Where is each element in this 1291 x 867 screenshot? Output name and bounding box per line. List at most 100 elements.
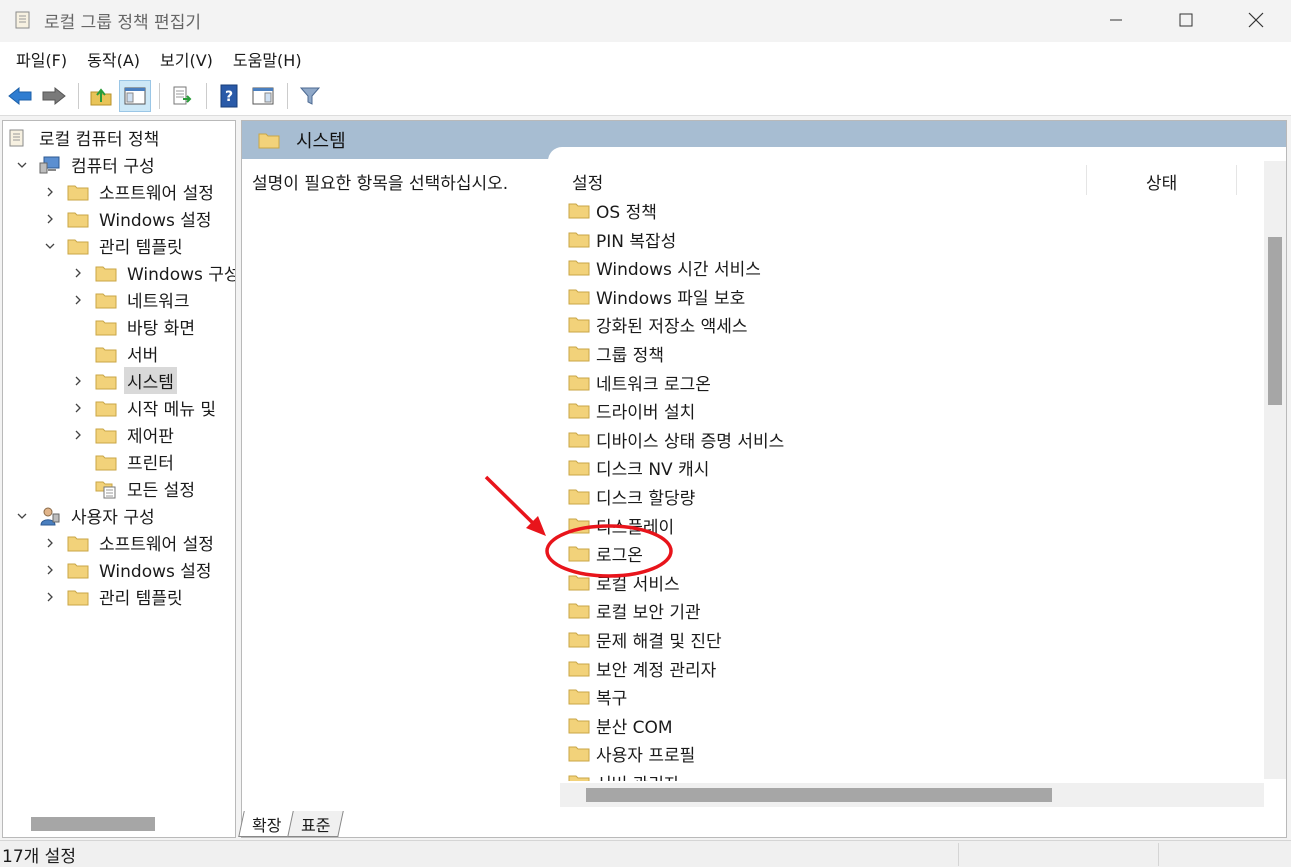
up-one-level-button[interactable] [85, 80, 117, 112]
close-button[interactable] [1221, 0, 1291, 40]
chevron-right-icon[interactable] [71, 401, 85, 415]
tree-item-system[interactable]: 시스템 [71, 367, 177, 394]
chevron-right-icon[interactable] [43, 563, 57, 577]
column-divider[interactable] [1086, 165, 1087, 195]
folder-icon [568, 201, 590, 219]
tree-item-windows-components[interactable]: Windows 구성 [71, 259, 235, 286]
list-item[interactable]: 로컬 보안 기관 [568, 597, 701, 623]
tree-item-all-settings[interactable]: 모든 설정 [71, 475, 195, 502]
tree-item-network[interactable]: 네트워크 [71, 286, 190, 313]
folder-icon [95, 371, 119, 391]
vertical-scrollbar-thumb[interactable] [1268, 237, 1282, 405]
tree-item-local-computer-policy[interactable]: 로컬 컴퓨터 정책 [7, 124, 159, 151]
tree-item-control-panel[interactable]: 제어판 [71, 421, 174, 448]
tree-item-start-menu[interactable]: 시작 메뉴 및 [71, 394, 216, 421]
title-bar: 로컬 그룹 정책 편집기 [0, 0, 1291, 40]
list-item-label: 분산 COM [596, 717, 673, 738]
folder-icon [67, 533, 91, 553]
maximize-button[interactable] [1151, 0, 1221, 40]
vertical-scrollbar[interactable] [1264, 161, 1286, 779]
chevron-down-icon[interactable] [15, 509, 29, 523]
tab-standard[interactable]: 표준 [287, 811, 345, 837]
list-item[interactable]: 로컬 서비스 [568, 569, 680, 595]
properties-button[interactable] [247, 80, 279, 112]
forward-button[interactable] [38, 80, 70, 112]
chevron-right-icon[interactable] [71, 266, 85, 280]
back-button[interactable] [4, 80, 36, 112]
tree-item-printers[interactable]: 프린터 [71, 448, 174, 475]
folder-icon [95, 317, 119, 337]
list-item[interactable]: 로그온 [568, 540, 643, 566]
menu-file[interactable]: 파일(F) [6, 43, 77, 75]
list-item[interactable]: 문제 해결 및 진단 [568, 626, 722, 652]
tree-item-user-windows-settings[interactable]: Windows 설정 [43, 556, 212, 583]
menu-action[interactable]: 동작(A) [77, 43, 150, 75]
menu-help[interactable]: 도움말(H) [223, 43, 312, 75]
help-button[interactable]: ? [213, 80, 245, 112]
chevron-down-icon[interactable] [43, 239, 57, 253]
chevron-right-icon[interactable] [43, 185, 57, 199]
tree-item-user-software-settings[interactable]: 소프트웨어 설정 [43, 529, 214, 556]
list-item[interactable]: 보안 계정 관리자 [568, 655, 716, 681]
list-item[interactable]: 디스플레이 [568, 512, 674, 538]
tree-item-user-admin-templates[interactable]: 관리 템플릿 [43, 583, 183, 610]
folder-icon [95, 425, 119, 445]
chevron-right-icon[interactable] [43, 590, 57, 604]
tree-item-desktop[interactable]: 바탕 화면 [71, 313, 195, 340]
menu-view[interactable]: 보기(V) [150, 43, 223, 75]
list-item[interactable]: Windows 시간 서비스 [568, 254, 761, 280]
list-item[interactable]: OS 정책 [568, 197, 657, 223]
list-item[interactable]: 디스크 NV 캐시 [568, 454, 709, 480]
folder-icon [95, 452, 119, 472]
list-item[interactable]: 드라이버 설치 [568, 397, 695, 423]
minimize-button[interactable] [1081, 0, 1151, 40]
chevron-down-icon[interactable] [15, 158, 29, 172]
list-item[interactable]: 분산 COM [568, 712, 673, 738]
filter-button[interactable] [294, 80, 326, 112]
status-divider [958, 843, 959, 866]
column-divider[interactable] [1236, 165, 1237, 195]
horizontal-scrollbar-thumb[interactable] [586, 788, 1052, 802]
list-item[interactable]: 디바이스 상태 증명 서비스 [568, 426, 784, 452]
chevron-right-icon[interactable] [43, 212, 57, 226]
chevron-right-icon[interactable] [43, 536, 57, 550]
export-list-button[interactable] [166, 80, 198, 112]
list-item-label: OS 정책 [596, 202, 657, 223]
tree-item-software-settings[interactable]: 소프트웨어 설정 [43, 178, 214, 205]
list-item[interactable]: 복구 [568, 683, 627, 709]
folder-icon [568, 430, 590, 448]
tab-extended[interactable]: 확장 [238, 811, 296, 837]
list-item-label: 문제 해결 및 진단 [596, 631, 722, 652]
tree-horizontal-scrollbar[interactable] [31, 817, 155, 831]
column-header-row: 설정 상태 [560, 161, 1270, 199]
tree-item-label: Windows 설정 [99, 211, 212, 231]
list-item[interactable]: Windows 파일 보호 [568, 283, 745, 309]
list-item[interactable]: 서버 관리자 [568, 769, 680, 781]
list-item[interactable]: 강화된 저장소 액세스 [568, 311, 748, 337]
chevron-right-icon[interactable] [71, 374, 85, 388]
tree-item-windows-settings[interactable]: Windows 설정 [43, 205, 212, 232]
column-header-settings[interactable]: 설정 [572, 169, 603, 194]
folder-icon [568, 630, 590, 648]
user-icon [39, 506, 63, 526]
view-tabs: 확장 표준 [238, 811, 345, 837]
list-item[interactable]: PIN 복잡성 [568, 226, 676, 252]
list-item[interactable]: 디스크 할당량 [568, 483, 695, 509]
tree-item-user-config[interactable]: 사용자 구성 [15, 502, 155, 529]
list-item[interactable]: 그룹 정책 [568, 340, 664, 366]
tree-item-server[interactable]: 서버 [71, 340, 158, 367]
show-hide-console-tree-button[interactable] [119, 79, 151, 112]
list-item[interactable]: 사용자 프로필 [568, 740, 695, 766]
chevron-right-icon[interactable] [71, 293, 85, 307]
folder-icon [568, 687, 590, 705]
tree-item-admin-templates[interactable]: 관리 템플릿 [43, 232, 183, 259]
list-item-label: 로컬 서비스 [596, 574, 680, 595]
tree-item-computer-config[interactable]: 컴퓨터 구성 [15, 151, 155, 178]
horizontal-scrollbar[interactable] [560, 783, 1264, 807]
chevron-right-icon[interactable] [71, 428, 85, 442]
column-header-status[interactable]: 상태 [1146, 169, 1177, 194]
list-item[interactable]: 네트워크 로그온 [568, 369, 711, 395]
list-item-label: Windows 파일 보호 [596, 288, 746, 309]
folder-icon [568, 315, 590, 333]
list-item-label: 복구 [596, 688, 628, 709]
